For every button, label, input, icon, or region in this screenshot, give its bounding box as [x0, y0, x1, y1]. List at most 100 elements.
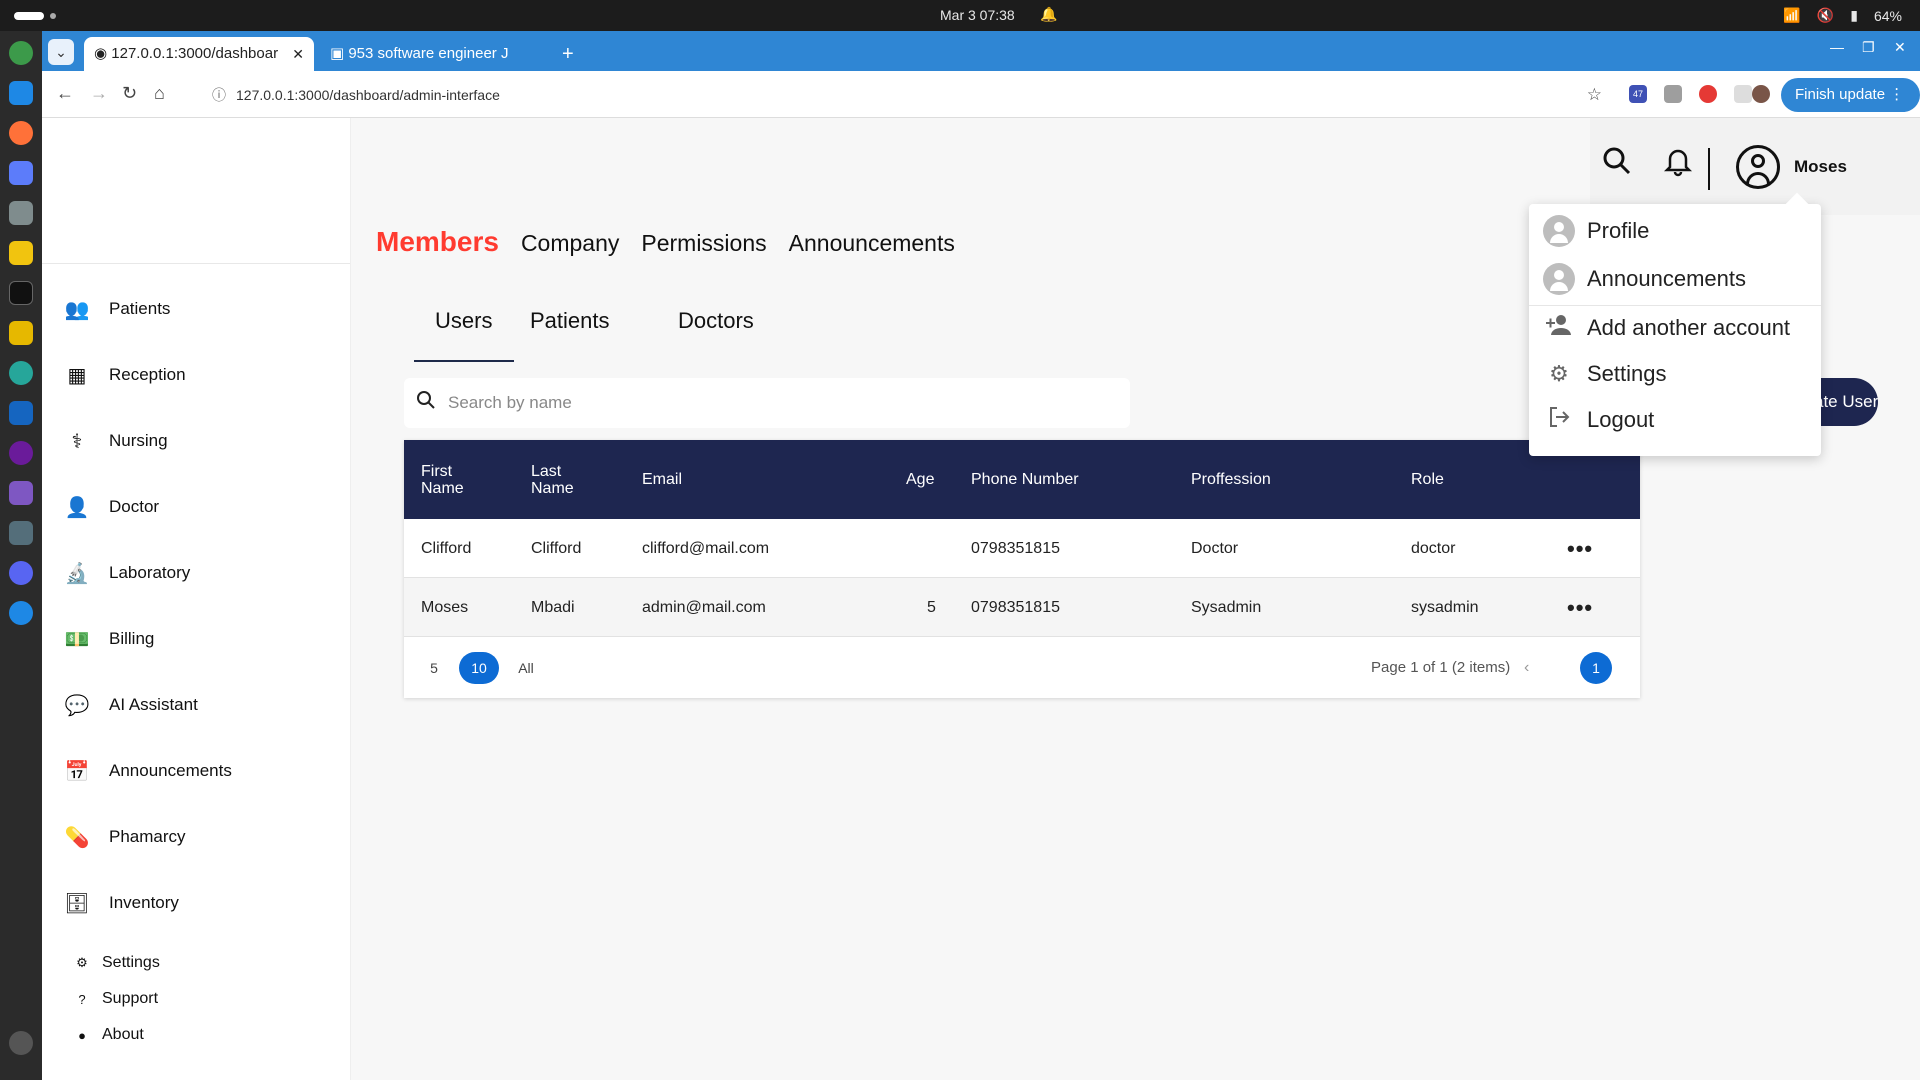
menu-item-label: Logout [1587, 407, 1655, 432]
database-app-icon[interactable] [9, 521, 33, 545]
header-phone[interactable]: Phone Number [971, 440, 1079, 519]
extensions-puzzle-icon[interactable] [1734, 85, 1752, 103]
sidebar-item-ai-assistant[interactable]: 💬 AI Assistant [64, 690, 198, 720]
sidebar-settings[interactable]: ⚙ Settings [74, 951, 160, 975]
minimize-icon[interactable]: — [1830, 39, 1844, 55]
tab-close-icon[interactable]: ✕ [292, 37, 304, 71]
tab-search-button[interactable]: ⌄ [48, 39, 74, 65]
subtab-users[interactable]: Users [435, 308, 492, 334]
restore-icon[interactable]: ❐ [1862, 39, 1875, 56]
row-actions-more-icon[interactable]: ••• [1567, 578, 1593, 637]
tab-title: 127.0.0.1:3000/dashboar [111, 45, 279, 62]
menu-item-add-account[interactable]: Add another account [1543, 310, 1790, 346]
terminal-app-icon[interactable] [9, 281, 33, 305]
header-last-name[interactable]: Last Name [531, 440, 601, 519]
close-window-icon[interactable]: ✕ [1894, 39, 1906, 56]
sidebar-item-billing[interactable]: 💵 Billing [64, 624, 155, 654]
browser-toolbar: ← → ↻ ⌂ ⓘ 127.0.0.1:3000/dashboard/admin… [42, 71, 1920, 118]
tab-permissions[interactable]: Permissions [641, 230, 766, 257]
table-row[interactable]: Moses Mbadi admin@mail.com 5 0798351815 … [404, 578, 1640, 637]
sidebar-item-inventory[interactable]: 🗄 Inventory [64, 888, 179, 918]
header-age[interactable]: Age [906, 440, 934, 519]
logout-icon [1543, 405, 1575, 435]
notification-bell-icon[interactable]: 🔔 [1040, 6, 1057, 23]
page-size-10[interactable]: 10 [459, 652, 499, 684]
chrome-app-icon[interactable] [9, 41, 33, 65]
search-icon[interactable] [1602, 146, 1632, 183]
game-app-icon[interactable] [9, 321, 33, 345]
user-avatar-icon[interactable] [1736, 145, 1780, 189]
search-box[interactable] [404, 378, 1130, 428]
battery-icon: ▮ [1850, 7, 1858, 23]
page-size-5[interactable]: 5 [428, 652, 440, 684]
tab-members[interactable]: Members [376, 226, 499, 258]
sidebar-item-announcements[interactable]: 📅 Announcements [64, 756, 232, 786]
sidebar-item-laboratory[interactable]: 🔬 Laboratory [64, 558, 191, 588]
site-info-icon[interactable]: ⓘ [212, 81, 226, 109]
sidebar-item-reception[interactable]: ▦ Reception [64, 360, 186, 390]
recycle-extension-icon[interactable] [1664, 85, 1682, 103]
address-bar[interactable]: ⓘ 127.0.0.1:3000/dashboard/admin-interfa… [206, 81, 1612, 109]
thunderbird-app-icon[interactable] [9, 601, 33, 625]
cell-last-name: Clifford [531, 539, 582, 557]
os-clock[interactable]: Mar 3 07:38 [940, 7, 1015, 23]
tab-company[interactable]: Company [521, 230, 619, 257]
prev-page-icon[interactable]: ‹ [1524, 652, 1529, 684]
cell-first-name: Moses [421, 598, 469, 616]
new-tab-button[interactable]: + [562, 37, 574, 71]
header-role[interactable]: Role [1411, 440, 1444, 519]
finish-update-button[interactable]: Finish update ⋮ [1781, 78, 1920, 112]
browser-tab-inactive[interactable]: ▣ 953 software engineer J [320, 37, 550, 71]
system-tray[interactable]: 📶 🔇 ▮ 64% [1783, 7, 1902, 24]
files-app-icon[interactable] [9, 201, 33, 225]
extension-badge-icon[interactable]: 47 [1629, 85, 1647, 103]
page-size-all[interactable]: All [516, 652, 536, 684]
subtab-doctors[interactable]: Doctors [678, 308, 754, 334]
notifications-bell-icon[interactable] [1662, 145, 1694, 184]
firefox-app-icon[interactable] [9, 121, 33, 145]
forward-icon[interactable]: → [90, 83, 108, 104]
media-app-icon[interactable] [9, 441, 33, 465]
activities-indicator[interactable] [14, 12, 44, 20]
menu-divider [1529, 305, 1821, 306]
discord-app-icon[interactable] [9, 561, 33, 585]
notes-app-icon[interactable] [9, 241, 33, 265]
home-icon[interactable]: ⌂ [154, 83, 165, 104]
cell-email: admin@mail.com [642, 598, 766, 616]
opera-extension-icon[interactable] [1699, 85, 1717, 103]
header-first-name[interactable]: First Name [421, 440, 491, 519]
dashboard-icon: ▦ [67, 364, 87, 387]
screenshot-app-icon[interactable] [9, 161, 33, 185]
sidebar-item-doctor[interactable]: 👤 Doctor [64, 492, 160, 522]
back-icon[interactable]: ← [56, 83, 74, 104]
bookmark-star-icon[interactable]: ☆ [1587, 81, 1602, 109]
sidebar-item-nursing[interactable]: ⚕ Nursing [64, 426, 168, 456]
show-apps-icon[interactable] [9, 1031, 33, 1055]
search-input[interactable] [448, 388, 1108, 418]
ide-app-icon[interactable] [9, 401, 33, 425]
username[interactable]: Moses [1794, 157, 1847, 177]
menu-item-logout[interactable]: Logout [1543, 402, 1654, 438]
browser-tab-bar: ⌄ ◉ 127.0.0.1:3000/dashboar ✕ ▣ 953 soft… [42, 31, 1920, 71]
subtab-patients[interactable]: Patients [530, 308, 610, 334]
browser-app-icon[interactable] [9, 361, 33, 385]
sidebar-support[interactable]: ? Support [74, 987, 158, 1011]
sidebar-item-pharmacy[interactable]: 💊 Phamarcy [64, 822, 186, 852]
vscode-app-icon[interactable] [9, 81, 33, 105]
tools-app-icon[interactable] [9, 481, 33, 505]
sidebar-about[interactable]: ● About [74, 1023, 144, 1047]
table-row[interactable]: Clifford Clifford clifford@mail.com 0798… [404, 519, 1640, 578]
row-actions-more-icon[interactable]: ••• [1567, 519, 1593, 578]
page-info: Page 1 of 1 (2 items) [1371, 659, 1511, 676]
header-profession[interactable]: Proffession [1191, 440, 1271, 519]
menu-item-settings[interactable]: ⚙ Settings [1543, 356, 1666, 392]
profile-avatar-icon[interactable] [1752, 85, 1770, 103]
page-number-current[interactable]: 1 [1580, 652, 1612, 684]
menu-item-profile[interactable]: Profile [1543, 213, 1649, 249]
reload-icon[interactable]: ↻ [122, 83, 137, 104]
sidebar-item-patients[interactable]: 👥 Patients [64, 294, 171, 324]
header-email[interactable]: Email [642, 440, 682, 519]
browser-tab-active[interactable]: ◉ 127.0.0.1:3000/dashboar ✕ [84, 37, 314, 71]
menu-item-announcements[interactable]: Announcements [1543, 261, 1746, 297]
tab-announcements[interactable]: Announcements [789, 230, 955, 257]
